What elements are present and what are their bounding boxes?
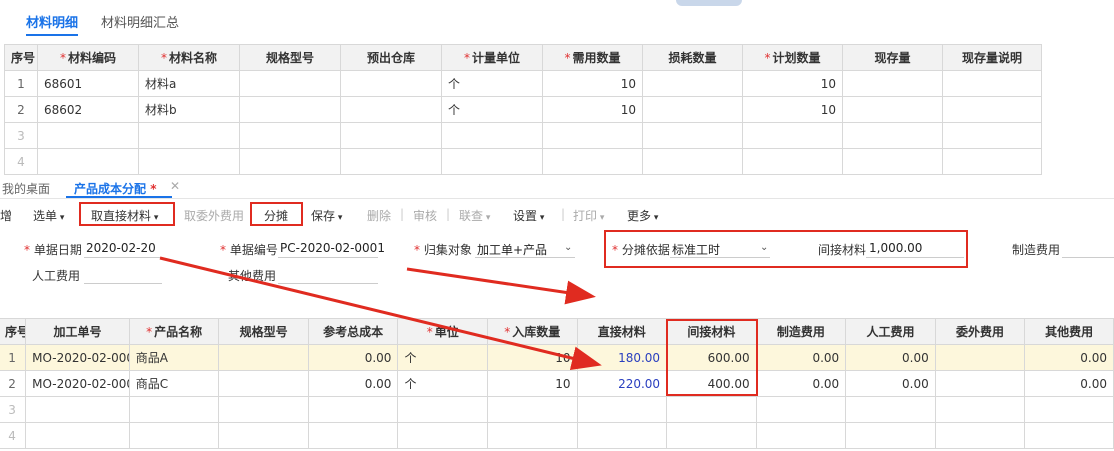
annotation-arrows <box>159 256 602 370</box>
arrow-to-indirect-column <box>159 256 602 370</box>
arrow-to-allocation <box>406 267 596 305</box>
